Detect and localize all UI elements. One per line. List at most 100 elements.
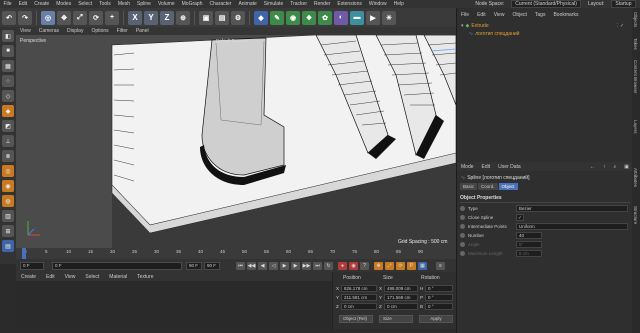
keyframe-dot-icon[interactable] bbox=[460, 223, 465, 229]
mograph-cloner-icon[interactable]: ✿ bbox=[318, 10, 332, 25]
texture-mode-icon[interactable]: ▦ bbox=[2, 60, 14, 72]
position-z-field[interactable]: 0 cm bbox=[341, 303, 377, 310]
material-menu-texture[interactable]: Texture bbox=[132, 274, 158, 280]
x-axis-lock-button[interactable]: X bbox=[128, 10, 142, 25]
grid-layer-icon[interactable]: ▤ bbox=[2, 240, 14, 252]
soft-selection-icon[interactable]: ◎ bbox=[2, 165, 14, 177]
menu-animate[interactable]: Animate bbox=[235, 1, 260, 7]
node-space-select[interactable]: Current (Standard/Physical) bbox=[510, 0, 582, 8]
render-settings-icon[interactable]: ⚙ bbox=[231, 10, 245, 25]
prop-intermediate-select[interactable]: Uniform bbox=[516, 222, 628, 230]
play-reverse-icon[interactable]: ◁ bbox=[269, 262, 278, 270]
camera-icon[interactable]: ▶ bbox=[366, 10, 380, 25]
lock-workplane-icon[interactable]: ▥ bbox=[2, 210, 14, 222]
deformer-icon[interactable]: ◐ bbox=[334, 10, 348, 25]
keyframe-selection-icon[interactable]: ? bbox=[360, 262, 369, 270]
material-menu-material[interactable]: Material bbox=[104, 274, 132, 280]
tab-coord[interactable]: Coord. bbox=[478, 183, 498, 190]
keyframe-dot-icon[interactable] bbox=[460, 232, 465, 238]
om-menu-edit[interactable]: Edit bbox=[473, 12, 490, 18]
undo-icon[interactable]: ↶ bbox=[2, 10, 16, 25]
side-tab-structure[interactable]: Structure bbox=[633, 206, 638, 224]
solo-mode-icon[interactable]: ◍ bbox=[2, 195, 14, 207]
move-tool-icon[interactable]: ✥ bbox=[57, 10, 71, 25]
menu-character[interactable]: Character bbox=[206, 1, 235, 7]
rotate-tool-icon[interactable]: ⟳ bbox=[89, 10, 103, 25]
position-x-field[interactable]: 826.178 cm bbox=[341, 285, 377, 292]
material-menu-select[interactable]: Select bbox=[80, 274, 104, 280]
goto-end-icon[interactable]: ⏭ bbox=[313, 262, 322, 270]
menu-simulate[interactable]: Simulate bbox=[260, 1, 286, 7]
material-menu-view[interactable]: View bbox=[60, 274, 81, 280]
apply-button[interactable]: Apply bbox=[419, 315, 453, 323]
viewport-menu-view[interactable]: View bbox=[16, 28, 35, 34]
position-key-icon[interactable]: ✥ bbox=[374, 262, 383, 270]
parameter-key-icon[interactable]: P bbox=[407, 262, 416, 270]
tab-basic[interactable]: Basic bbox=[460, 183, 478, 190]
side-tab-layers[interactable]: Layers bbox=[633, 120, 638, 134]
up-arrow-icon[interactable]: ↑ bbox=[599, 164, 610, 170]
menu-tools[interactable]: Tools bbox=[96, 1, 115, 7]
record-icon[interactable]: ● bbox=[338, 262, 347, 270]
viewport-menu-options[interactable]: Options bbox=[87, 28, 112, 34]
playhead[interactable] bbox=[22, 248, 26, 259]
coordinate-system-icon[interactable]: ⊕ bbox=[176, 10, 190, 25]
back-arrow-icon[interactable]: ← bbox=[586, 164, 599, 170]
om-menu-view[interactable]: View bbox=[490, 12, 509, 18]
menu-modes[interactable]: Modes bbox=[53, 1, 75, 7]
am-menu-userdata[interactable]: User Data bbox=[494, 164, 525, 170]
om-menu-file[interactable]: File bbox=[457, 12, 473, 18]
timeline-menu-icon[interactable]: ≡ bbox=[436, 262, 445, 270]
size-y-field[interactable]: 171.569 cm bbox=[384, 294, 418, 301]
live-selection-icon[interactable]: ◎ bbox=[41, 10, 55, 25]
scale-tool-icon[interactable]: ⤢ bbox=[73, 10, 87, 25]
viewport-solo-icon[interactable]: ⊞ bbox=[2, 225, 14, 237]
menu-volume[interactable]: Volume bbox=[154, 1, 178, 7]
z-axis-lock-button[interactable]: Z bbox=[160, 10, 174, 25]
pen-tool-icon[interactable]: ✎ bbox=[270, 10, 284, 25]
keyframe-dot-icon[interactable] bbox=[460, 205, 465, 211]
visibility-dots[interactable]: ⁚ ✓ bbox=[617, 23, 627, 29]
y-axis-lock-button[interactable]: Y bbox=[144, 10, 158, 25]
size-z-field[interactable]: 0 cm bbox=[384, 303, 418, 310]
environment-icon[interactable]: ▬ bbox=[350, 10, 364, 25]
rotation-key-icon[interactable]: ⟳ bbox=[396, 262, 405, 270]
array-icon[interactable]: ❖ bbox=[302, 10, 316, 25]
workplane-icon[interactable]: ◉ bbox=[2, 180, 14, 192]
coord-size-select[interactable]: Size bbox=[379, 315, 413, 323]
menu-mograph[interactable]: MoGraph bbox=[178, 1, 206, 7]
polygons-mode-icon[interactable]: ◆ bbox=[2, 105, 14, 117]
goto-start-icon[interactable]: ⏮ bbox=[236, 262, 245, 270]
om-menu-object[interactable]: Object bbox=[508, 12, 530, 18]
side-tab-attributes[interactable]: Attributes bbox=[633, 168, 638, 187]
prev-frame-icon[interactable]: ◀ bbox=[258, 262, 267, 270]
next-frame-icon[interactable]: ▶ bbox=[291, 262, 300, 270]
play-icon[interactable]: ▶ bbox=[280, 262, 289, 270]
loop-icon[interactable]: ↻ bbox=[324, 262, 333, 270]
subdivision-surface-icon[interactable]: ◉ bbox=[286, 10, 300, 25]
scale-key-icon[interactable]: ⤢ bbox=[385, 262, 394, 270]
rotation-p-field[interactable]: 0 ° bbox=[425, 294, 453, 301]
keyframe-dot-icon[interactable] bbox=[460, 241, 465, 247]
point-level-key-icon[interactable]: ▦ bbox=[418, 262, 427, 270]
keyframe-dot-icon[interactable] bbox=[460, 214, 465, 220]
viewport-menu-cameras[interactable]: Cameras bbox=[35, 28, 63, 34]
menu-mesh[interactable]: Mesh bbox=[114, 1, 133, 7]
object-row-spline[interactable]: ∿ логотип спецданий bbox=[469, 31, 519, 37]
prop-type-select[interactable]: Bezier bbox=[516, 204, 628, 212]
am-menu-mode[interactable]: Mode bbox=[457, 164, 478, 170]
timeline-ruler[interactable]: 0 5 10 15 20 25 30 35 40 45 50 55 60 65 … bbox=[16, 248, 456, 259]
layout-select[interactable]: Startup bbox=[610, 0, 636, 8]
om-menu-bookmarks[interactable]: Bookmarks bbox=[549, 12, 582, 18]
menu-edit[interactable]: Edit bbox=[15, 1, 31, 7]
light-icon[interactable]: ☀ bbox=[382, 10, 396, 25]
prop-angle-field[interactable]: 5° bbox=[516, 240, 542, 248]
redo-icon[interactable]: ↷ bbox=[18, 10, 32, 25]
coord-mode-select[interactable]: Object (Rel) bbox=[339, 315, 373, 323]
om-menu-tags[interactable]: Tags bbox=[531, 12, 550, 18]
menu-spline[interactable]: Spline bbox=[134, 1, 155, 7]
viewport-menu-filter[interactable]: Filter bbox=[113, 28, 132, 34]
side-tab-objects[interactable]: Objects bbox=[633, 12, 638, 27]
cube-icon[interactable]: ◆ bbox=[254, 10, 268, 25]
viewport-camera-label[interactable]: Perspective bbox=[20, 38, 46, 44]
